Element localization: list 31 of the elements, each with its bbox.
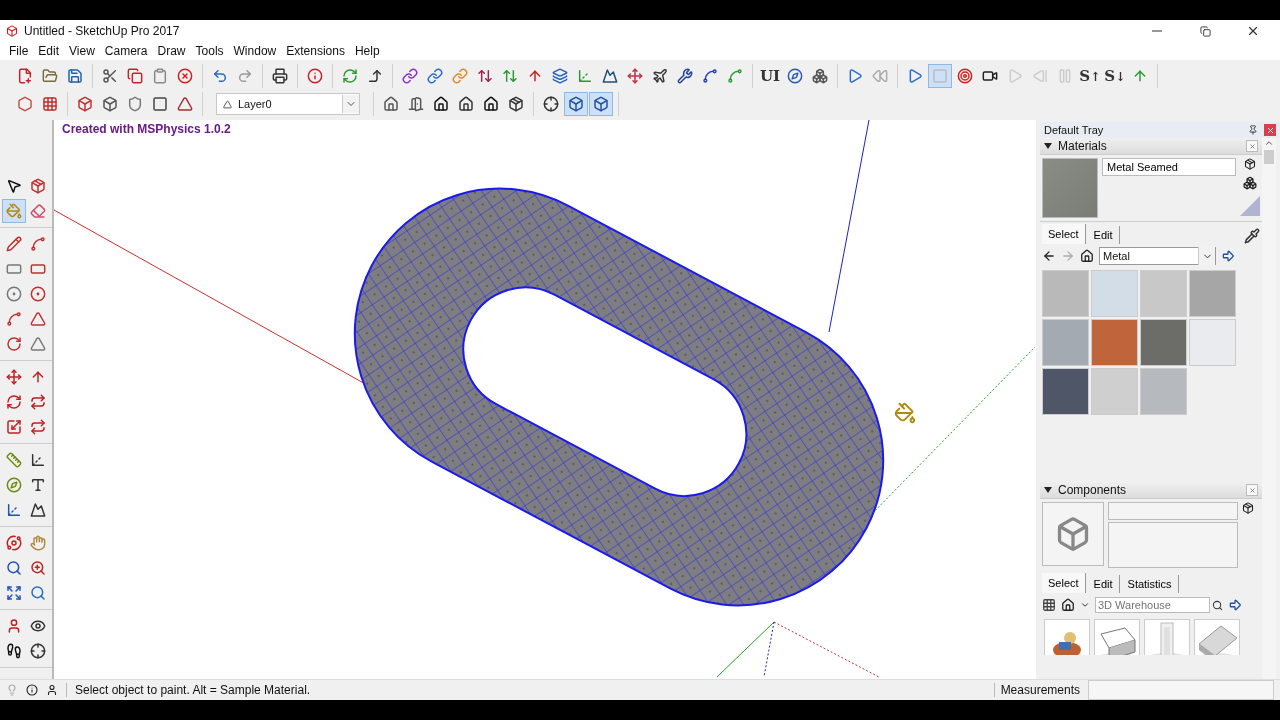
layer-name: Layer0 (238, 98, 273, 110)
text-tool-button[interactable]: UI (758, 64, 782, 88)
menu-item[interactable]: Edit (33, 44, 65, 58)
menu-item[interactable]: File (4, 44, 34, 58)
tray-title: Default Tray (1044, 124, 1105, 136)
menu-item[interactable]: Draw (152, 44, 191, 58)
library-dropdown[interactable]: Metal (1099, 247, 1216, 265)
panel-header[interactable]: Components (1040, 482, 1262, 499)
panel-tab[interactable]: Edit (1087, 226, 1120, 244)
menu-item[interactable]: Tools (190, 44, 229, 58)
menu-item[interactable]: View (64, 44, 100, 58)
panel-tab[interactable]: Select (1042, 224, 1086, 244)
status-message: Select object to paint. Alt = Sample Material. (66, 683, 986, 697)
menu-item[interactable]: Window (228, 44, 282, 58)
panel-tab[interactable]: Select (1042, 573, 1086, 593)
panel-tab[interactable]: Statistics (1121, 575, 1179, 593)
viewport-caption: Created with MSPhysics 1.0.2 (62, 122, 231, 136)
layer-dropdown[interactable]: Layer0 (216, 93, 360, 115)
panel-tab[interactable]: Edit (1087, 575, 1120, 593)
panel-title: Components (1058, 483, 1128, 497)
panel-title: Materials (1058, 139, 1108, 153)
library-name: Metal (1103, 250, 1131, 262)
material-name-field[interactable]: Metal Seamed (1102, 158, 1236, 176)
measurements-label: Measurements (993, 683, 1080, 697)
panel-header[interactable]: Materials (1040, 138, 1262, 155)
model-viewport[interactable]: Created with MSPhysics 1.0.2 (54, 120, 1036, 679)
window-title: Untitled - SketchUp Pro 2017 (24, 24, 181, 38)
search-field[interactable]: 3D Warehouse (1095, 597, 1210, 613)
menu-item[interactable]: Extensions (281, 44, 350, 58)
menu-item[interactable]: Camera (99, 44, 153, 58)
menu-item[interactable]: Help (349, 44, 385, 58)
